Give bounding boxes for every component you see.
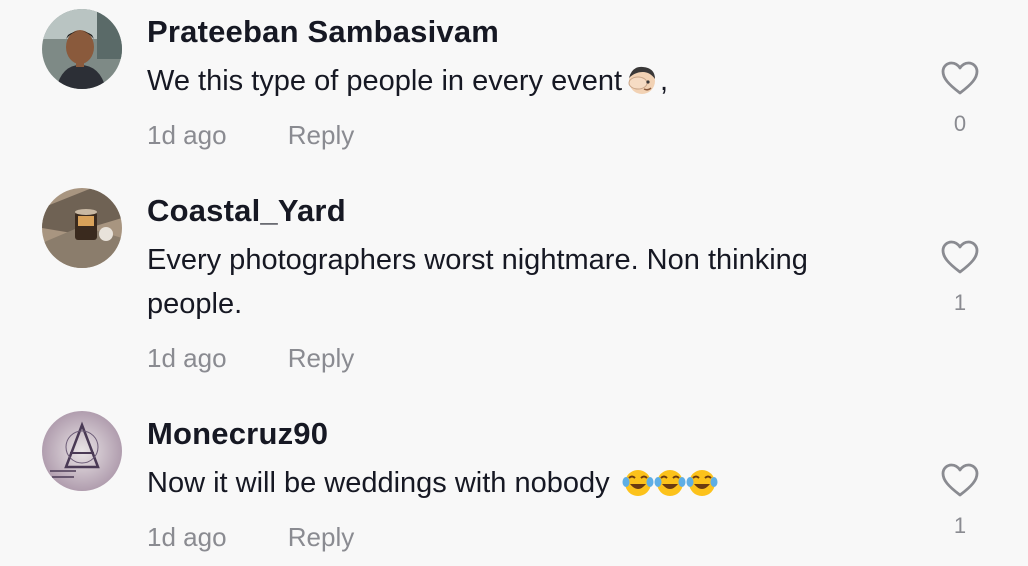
- like-button[interactable]: [940, 60, 980, 96]
- heart-icon: [941, 240, 979, 274]
- timestamp: 1d ago: [147, 120, 227, 150]
- comment-text: We this type of people in every event ,: [147, 59, 887, 109]
- username[interactable]: Monecruz90: [147, 416, 328, 452]
- heart-icon: [941, 61, 979, 95]
- reply-button[interactable]: Reply: [288, 120, 354, 151]
- comment-meta: 1d ago Reply: [147, 522, 354, 553]
- like-count: 1: [953, 290, 967, 315]
- comment-text-body: We this type of people in every event: [147, 65, 623, 97]
- reply-button[interactable]: Reply: [288, 522, 354, 553]
- avatar[interactable]: [42, 188, 122, 268]
- comment-meta: 1d ago Reply: [147, 343, 354, 374]
- facepalm-emoji-icon: [626, 64, 660, 109]
- avatar[interactable]: [42, 9, 122, 89]
- heart-icon: [941, 463, 979, 497]
- timestamp: 1d ago: [147, 343, 227, 373]
- comment-list: Prateeban Sambasivam We this type of peo…: [0, 0, 1028, 566]
- comment-text: Every photographers worst nightmare. Non…: [147, 244, 808, 320]
- username[interactable]: Prateeban Sambasivam: [147, 14, 499, 50]
- comment-text-body: Now it will be weddings with nobody: [147, 467, 610, 499]
- timestamp: 1d ago: [147, 522, 227, 552]
- like-button[interactable]: [940, 462, 980, 498]
- username[interactable]: Coastal_Yard: [147, 193, 346, 229]
- reply-button[interactable]: Reply: [288, 343, 354, 374]
- like-button[interactable]: [940, 239, 980, 275]
- like-count: 0: [953, 111, 967, 136]
- laughing-tears-icon: [622, 466, 722, 511]
- comment-meta: 1d ago Reply: [147, 120, 354, 151]
- comment-text: Now it will be weddings with nobody: [147, 461, 887, 511]
- avatar[interactable]: [42, 411, 122, 491]
- comment-text-suffix: ,: [660, 65, 669, 97]
- like-count: 1: [953, 513, 967, 538]
